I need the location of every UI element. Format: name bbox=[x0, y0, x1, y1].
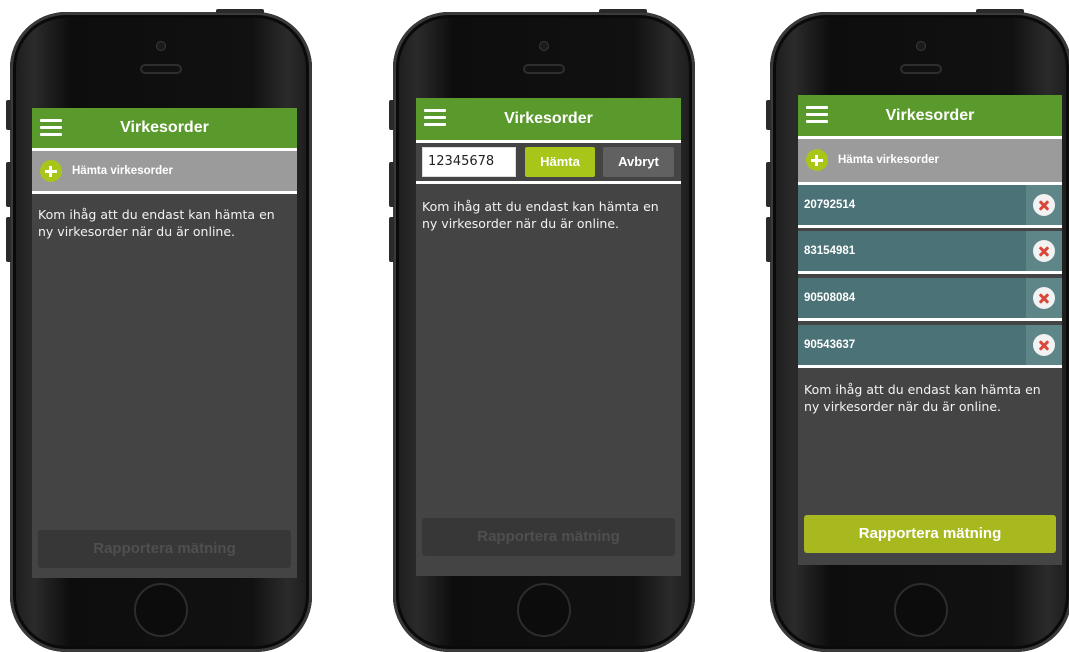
volume-up-button bbox=[389, 162, 394, 207]
delete-icon bbox=[1033, 194, 1055, 216]
plus-icon bbox=[40, 160, 62, 182]
home-button[interactable] bbox=[894, 583, 948, 637]
screen-2: Virkesorder 12345678 Hämta Avbryt Kom ih… bbox=[416, 98, 681, 576]
report-measurement-button[interactable]: Rapportera mätning bbox=[804, 515, 1056, 553]
front-camera bbox=[917, 42, 925, 50]
front-camera bbox=[540, 42, 548, 50]
order-number: 90508084 bbox=[804, 292, 856, 304]
online-info-text: Kom ihåg att du endast kan hämta en ny v… bbox=[38, 207, 275, 239]
power-button bbox=[599, 9, 647, 13]
report-measurement-button[interactable]: Rapportera mätning bbox=[38, 530, 291, 568]
volume-down-button bbox=[766, 217, 771, 262]
app-bar: Virkesorder bbox=[416, 98, 681, 140]
mute-switch bbox=[766, 100, 771, 130]
earpiece-speaker bbox=[142, 66, 180, 72]
cancel-button[interactable]: Avbryt bbox=[603, 147, 674, 177]
plus-icon bbox=[806, 149, 828, 171]
phone-3: Virkesorder Hämta virkesorder 20792514 8… bbox=[766, 9, 1069, 652]
report-measurement-button[interactable]: Rapportera mätning bbox=[422, 518, 675, 556]
fetch-order-label: Hämta virkesorder bbox=[72, 165, 173, 177]
volume-down-button bbox=[6, 217, 11, 262]
fetch-order-button[interactable]: Hämta virkesorder bbox=[798, 136, 1062, 185]
list-item[interactable]: 90508084 bbox=[798, 278, 1062, 321]
power-button bbox=[216, 9, 264, 13]
divider bbox=[416, 181, 681, 184]
list-item[interactable]: 90543637 bbox=[798, 325, 1062, 368]
app-bar: Virkesorder bbox=[798, 95, 1062, 136]
fetch-order-button[interactable]: Hämta virkesorder bbox=[32, 148, 297, 194]
list-item[interactable]: 20792514 bbox=[798, 185, 1062, 228]
list-item[interactable]: 83154981 bbox=[798, 231, 1062, 274]
screen-3: Virkesorder Hämta virkesorder 20792514 8… bbox=[798, 95, 1062, 565]
phone-2: Virkesorder 12345678 Hämta Avbryt Kom ih… bbox=[389, 9, 695, 652]
online-info-text: Kom ihåg att du endast kan hämta en ny v… bbox=[804, 382, 1041, 414]
page-title: Virkesorder bbox=[504, 110, 593, 127]
screen-1: Virkesorder Hämta virkesorder Kom ihåg a… bbox=[32, 108, 297, 578]
order-number: 90543637 bbox=[804, 339, 856, 351]
volume-up-button bbox=[6, 162, 11, 207]
delete-order-button[interactable] bbox=[1026, 325, 1062, 365]
phone-1: Virkesorder Hämta virkesorder Kom ihåg a… bbox=[6, 9, 312, 652]
divider bbox=[416, 140, 681, 143]
delete-order-button[interactable] bbox=[1026, 185, 1062, 225]
volume-up-button bbox=[766, 162, 771, 207]
home-button[interactable] bbox=[134, 583, 188, 637]
delete-order-button[interactable] bbox=[1026, 231, 1062, 271]
power-button bbox=[976, 9, 1024, 13]
fetch-button[interactable]: Hämta bbox=[525, 147, 595, 177]
delete-icon bbox=[1033, 287, 1055, 309]
earpiece-speaker bbox=[902, 66, 940, 72]
fetch-order-label: Hämta virkesorder bbox=[838, 154, 939, 166]
mute-switch bbox=[6, 100, 11, 130]
front-camera bbox=[157, 42, 165, 50]
delete-icon bbox=[1033, 334, 1055, 356]
order-number: 83154981 bbox=[804, 245, 856, 257]
delete-icon bbox=[1033, 240, 1055, 262]
mute-switch bbox=[389, 100, 394, 130]
online-info-text: Kom ihåg att du endast kan hämta en ny v… bbox=[422, 199, 659, 231]
order-number: 20792514 bbox=[804, 199, 856, 211]
home-button[interactable] bbox=[517, 583, 571, 637]
delete-order-button[interactable] bbox=[1026, 278, 1062, 318]
page-title: Virkesorder bbox=[120, 119, 209, 136]
page-title: Virkesorder bbox=[885, 107, 975, 124]
earpiece-speaker bbox=[525, 66, 563, 72]
app-bar: Virkesorder bbox=[32, 108, 297, 148]
volume-down-button bbox=[389, 217, 394, 262]
order-number-input[interactable]: 12345678 bbox=[422, 147, 516, 177]
